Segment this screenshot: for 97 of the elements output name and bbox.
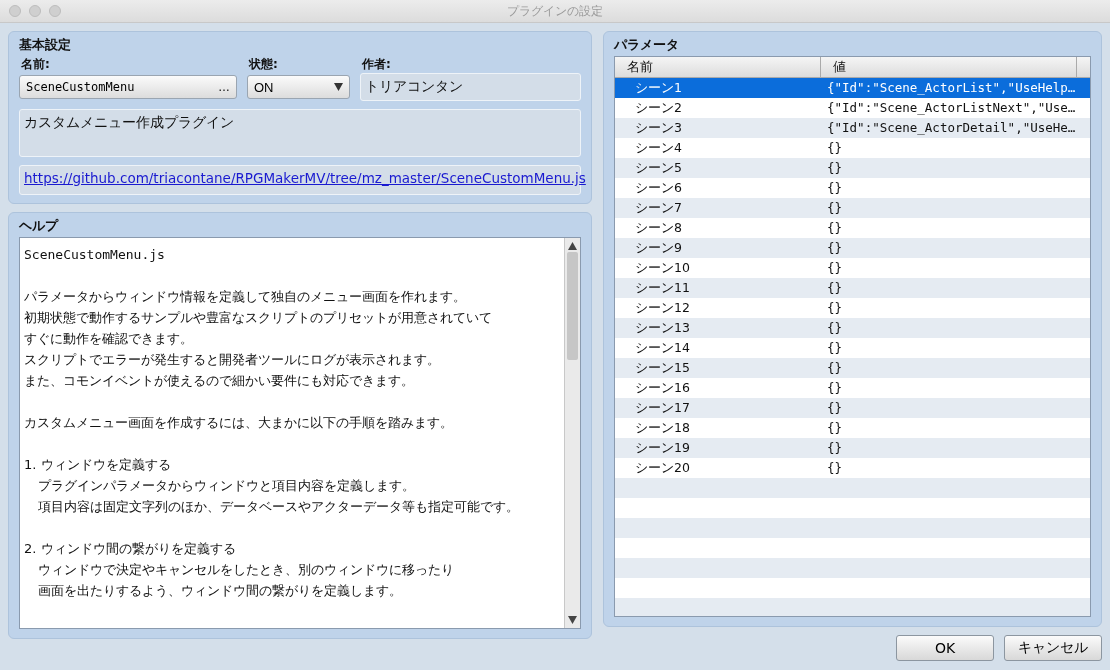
table-cell-text: {"Id":"Scene_ActorDetail","UseHe… (826, 119, 1076, 137)
table-cell-text: シーン18 (634, 419, 691, 437)
ok-button[interactable]: OK (896, 635, 994, 661)
table-cell-text: シーン17 (634, 399, 691, 417)
table-cell-text: シーン1 (634, 79, 683, 97)
scrollbar[interactable] (564, 238, 580, 628)
help-line: 2. ウィンドウ間の繋がりを定義する (24, 541, 236, 556)
table-cell-text: シーン3 (634, 119, 683, 137)
help-line: 1. ウィンドウを定義する (24, 457, 171, 472)
table-cell-text: {} (826, 179, 843, 197)
scroll-up-icon[interactable] (568, 242, 577, 250)
table-cell-text: {} (826, 219, 843, 237)
field-label: 状態: (247, 56, 279, 73)
panel-title: ヘルプ (19, 217, 60, 235)
table-cell-text: {} (826, 199, 843, 217)
table-row[interactable]: シーン4 {} (615, 138, 1090, 158)
help-line: 項目内容は固定文字列のほか、データベースやアクターデータ等も指定可能です。 (38, 498, 519, 516)
help-line: また、コモンイベントが使えるので細かい要件にも対応できます。 (24, 373, 414, 388)
close-icon[interactable] (9, 5, 21, 17)
help-line: ウィンドウで決定やキャンセルをしたとき、別のウィンドウに移ったり (38, 561, 454, 579)
field-label: 作者: (361, 56, 392, 73)
table-cell-text: {} (826, 419, 843, 437)
table-cell-text: {} (826, 279, 843, 297)
table-cell-text: {} (826, 299, 843, 317)
table-cell-text: {} (826, 139, 843, 157)
table-cell-text: {} (826, 359, 843, 377)
table-row[interactable]: シーン17 {} (615, 398, 1090, 418)
table-row[interactable]: シーン5 {} (615, 158, 1090, 178)
table-cell-text: シーン5 (634, 159, 683, 177)
scroll-thumb[interactable] (567, 252, 578, 360)
help-line: 画面を出たりするよう、ウィンドウ間の繋がりを定義します。 (38, 582, 402, 600)
table-cell-text: {} (826, 239, 843, 257)
field-label: 名前: (20, 56, 51, 73)
table-row[interactable]: シーン1 {"Id":"Scene_ActorList","UseHelp… (615, 78, 1090, 98)
table-cell-text: {"Id":"Scene_ActorList","UseHelp… (826, 79, 1076, 97)
table-row[interactable]: シーン20 {} (615, 458, 1090, 478)
table-row[interactable]: シーン11 {} (615, 278, 1090, 298)
table-cell-text: シーン12 (634, 299, 691, 317)
table-row[interactable]: シーン8 {} (615, 218, 1090, 238)
table-cell-text: シーン4 (634, 139, 683, 157)
table-cell-text: シーン15 (634, 359, 691, 377)
status-dropdown[interactable]: ON (247, 75, 350, 99)
scroll-down-icon[interactable] (568, 616, 577, 624)
table-cell-text: シーン11 (634, 279, 691, 297)
panel-title: 基本設定 (19, 36, 72, 54)
table-cell-text: シーン19 (634, 439, 691, 457)
maximize-icon[interactable] (49, 5, 61, 17)
table-cell-text: シーン10 (634, 259, 691, 277)
table-cell-text: シーン14 (634, 339, 691, 357)
table-cell-text: シーン2 (634, 99, 683, 117)
description-field: カスタムメニュー作成プラグイン (19, 109, 581, 157)
table-cell-text: {} (826, 259, 843, 277)
author-field: トリアコンタン (360, 73, 581, 101)
table-row[interactable]: シーン3 {"Id":"Scene_ActorDetail","UseHe… (615, 118, 1090, 138)
help-line: プラグインパラメータからウィンドウと項目内容を定義します。 (38, 477, 415, 495)
table-cell-text: シーン13 (634, 319, 691, 337)
table-cell-text: シーン9 (634, 239, 683, 257)
table-cell-text: シーン8 (634, 219, 683, 237)
table-cell-text: シーン6 (634, 179, 683, 197)
table-row[interactable]: シーン16 {} (615, 378, 1090, 398)
column-header[interactable]: 名前 (615, 57, 821, 77)
help-line: 初期状態で動作するサンプルや豊富なスクリプトのプリセットが用意されていて (24, 310, 492, 325)
table-cell-text: {} (826, 439, 843, 457)
help-line: SceneCustomMenu.js (24, 247, 165, 262)
table-cell-text: シーン16 (634, 379, 691, 397)
help-line: カスタムメニュー画面を作成するには、大まかに以下の手順を踏みます。 (24, 415, 453, 430)
help-line: スクリプトでエラーが発生すると開発者ツールにログが表示されます。 (24, 352, 440, 367)
help-line: すぐに動作を確認できます。 (24, 331, 193, 346)
table-cell-text: シーン7 (634, 199, 683, 217)
table-row[interactable]: シーン7 {} (615, 198, 1090, 218)
table-cell-text: {} (826, 399, 843, 417)
url-link[interactable]: https://github.com/triacontane/RPGMakerMV/tree/mz_master/SceneCustomMenu.js (24, 170, 586, 186)
table-cell-text: {} (826, 319, 843, 337)
table-row[interactable]: シーン18 {} (615, 418, 1090, 438)
table-row[interactable]: シーン15 {} (615, 358, 1090, 378)
table-cell-text: {} (826, 459, 843, 477)
table-row[interactable]: シーン9 {} (615, 238, 1090, 258)
caret-icon (334, 83, 343, 91)
table-cell-text: {} (826, 159, 843, 177)
cancel-button[interactable]: キャンセル (1004, 635, 1102, 661)
table-cell-text: シーン20 (634, 459, 691, 477)
table-row[interactable]: シーン6 {} (615, 178, 1090, 198)
table-cell-text: {"Id":"Scene_ActorListNext","Use… (826, 99, 1076, 117)
window-title: プラグインの設定 (507, 2, 603, 20)
table-cell-text: {} (826, 379, 843, 397)
table-row[interactable]: シーン12 {} (615, 298, 1090, 318)
panel-title: パラメータ (614, 36, 680, 54)
table-row[interactable]: シーン19 {} (615, 438, 1090, 458)
help-line: パラメータからウィンドウ情報を定義して独自のメニュー画面を作れます。 (24, 289, 466, 304)
table-row[interactable]: シーン2 {"Id":"Scene_ActorListNext","Use… (615, 98, 1090, 118)
column-header[interactable]: 値 (821, 57, 1077, 77)
table-row[interactable]: シーン13 {} (615, 318, 1090, 338)
name-field[interactable]: SceneCustomMenu … (19, 75, 237, 99)
table-cell-text: {} (826, 339, 843, 357)
minimize-icon[interactable] (29, 5, 41, 17)
table-row[interactable]: シーン10 {} (615, 258, 1090, 278)
table-row[interactable]: シーン14 {} (615, 338, 1090, 358)
